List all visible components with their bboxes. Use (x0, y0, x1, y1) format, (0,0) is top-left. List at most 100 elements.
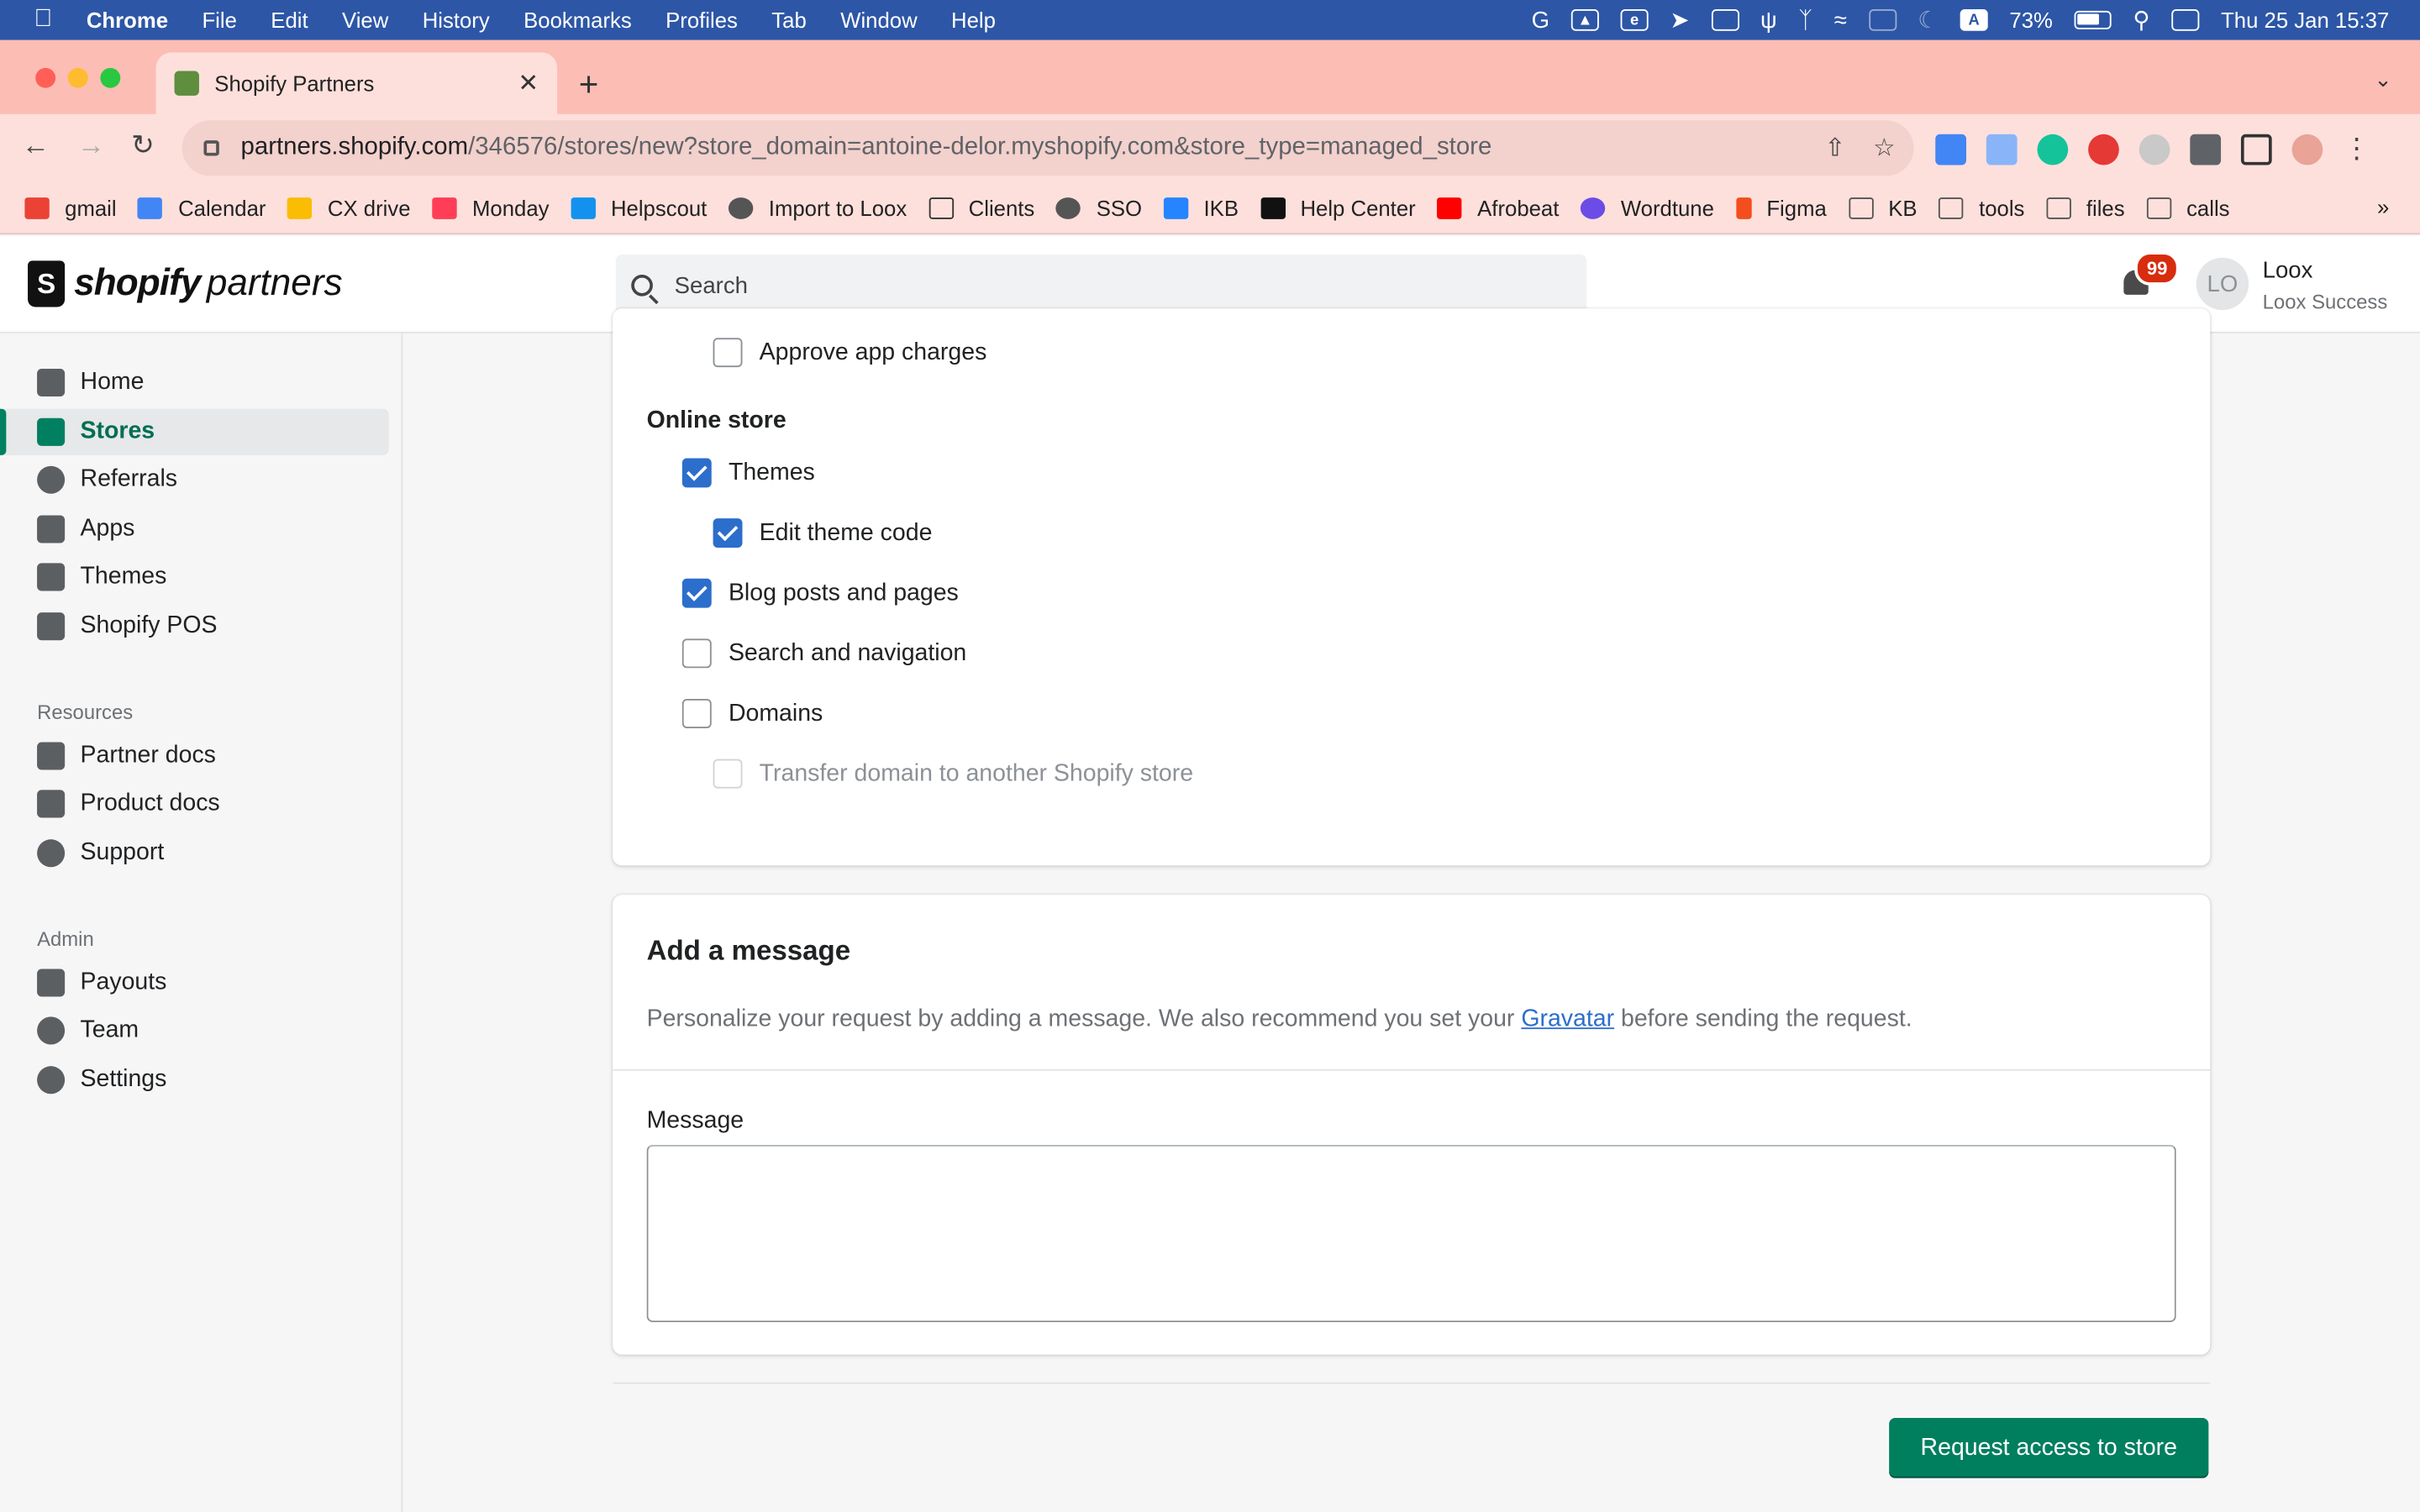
user-name[interactable]: Loox (2263, 258, 2313, 284)
reload-icon[interactable]: ↻ (131, 129, 155, 162)
sidebar-item-apps[interactable]: Apps (0, 506, 389, 552)
tab-search-chevron-icon[interactable]: ⌄ (2374, 66, 2392, 92)
bookmark-star-icon[interactable]: ☆ (1873, 133, 1895, 164)
profile-avatar-icon[interactable] (2291, 133, 2323, 165)
checkbox[interactable] (681, 699, 712, 728)
sidebar-item-stores[interactable]: Stores (0, 408, 389, 455)
chrome-menu-icon[interactable]: ⋮ (2343, 133, 2370, 165)
permission-approve-app-charges[interactable]: Approve app charges (713, 338, 986, 368)
sidebar-item-home[interactable]: Home (0, 360, 389, 406)
message-textarea[interactable] (646, 1144, 2176, 1323)
bookmark-folder-kb[interactable]: KB (1848, 195, 1918, 220)
bookmark-monday[interactable]: Monday (432, 195, 550, 220)
spotlight-icon[interactable]: ⚲ (2133, 8, 2149, 32)
grammarly-status-icon[interactable]: G (1532, 8, 1549, 32)
permission-edit-theme-code[interactable]: Edit theme code (713, 518, 932, 549)
menu-window[interactable]: Window (840, 8, 917, 32)
more-bookmarks-icon[interactable]: » (2377, 194, 2389, 218)
bookmark-folder-tools[interactable]: tools (1939, 195, 2024, 220)
share-icon[interactable]: ⇧ (1824, 133, 1845, 164)
permission-blog-posts[interactable]: Blog posts and pages (681, 578, 959, 608)
menu-profiles[interactable]: Profiles (666, 8, 738, 32)
close-window-icon[interactable] (35, 67, 56, 88)
control-center-icon[interactable] (2171, 9, 2200, 31)
permission-themes[interactable]: Themes (681, 458, 815, 488)
recorder-status-icon[interactable]: e (1620, 9, 1649, 31)
keyboard-input-icon[interactable]: A (1960, 9, 1988, 31)
sidebar-item-support[interactable]: Support (0, 830, 389, 876)
wifi-icon[interactable]: ≈ (1834, 8, 1847, 32)
fork-status-icon[interactable]: ψ (1760, 8, 1777, 32)
bookmark-wordtune[interactable]: Wordtune (1581, 195, 1714, 220)
bluetooth-icon[interactable]: ᛉ (1798, 8, 1812, 32)
menu-edit[interactable]: Edit (271, 8, 308, 32)
plane-status-icon[interactable]: ➤ (1670, 8, 1689, 32)
sidebar-item-payouts[interactable]: Payouts (0, 959, 389, 1005)
tab-shopify-partners[interactable]: Shopify Partners ✕ (155, 52, 558, 114)
sidebar-item-settings[interactable]: Settings (0, 1057, 389, 1103)
bookmark-helpscout[interactable]: Helpscout (571, 195, 707, 220)
sidebar-item-themes[interactable]: Themes (0, 554, 389, 600)
apple-icon[interactable]:  (0, 6, 87, 34)
windows-status-icon[interactable] (1711, 9, 1739, 31)
sidebar-item-partner-docs[interactable]: Partner docs (0, 732, 389, 779)
translate-extension-icon[interactable] (1935, 133, 1967, 165)
permission-domains[interactable]: Domains (681, 699, 823, 728)
menu-history[interactable]: History (423, 8, 490, 32)
sidebar-item-label: Themes (80, 563, 167, 590)
menu-tab[interactable]: Tab (771, 8, 806, 32)
sidebar-item-shopify-pos[interactable]: Shopify POS (0, 603, 389, 649)
bookmark-sso[interactable]: SSO (1055, 195, 1142, 220)
bookmark-import-to-loox[interactable]: Import to Loox (729, 195, 907, 220)
bookmark-folder-files[interactable]: files (2046, 195, 2125, 220)
sidebar-item-product-docs[interactable]: Product docs (0, 780, 389, 827)
request-access-button[interactable]: Request access to store (1889, 1417, 2209, 1478)
drive-status-icon[interactable]: ▲ (1570, 9, 1599, 31)
bookmark-cx-drive[interactable]: CX drive (287, 195, 411, 220)
back-icon[interactable]: ← (22, 129, 50, 162)
close-tab-icon[interactable]: ✕ (518, 68, 539, 99)
bookmark-afrobeat[interactable]: Afrobeat (1437, 195, 1559, 220)
checkbox[interactable] (713, 518, 743, 549)
checkbox[interactable] (681, 578, 712, 608)
checkbox[interactable] (681, 458, 712, 488)
bookmark-gmail[interactable]: gmail (24, 195, 117, 220)
puzzle-extensions-icon[interactable] (2190, 133, 2222, 165)
bookmark-figma[interactable]: Figma (1735, 195, 1827, 220)
sidebar-item-referrals[interactable]: Referrals (0, 457, 389, 503)
bookmark-calendar[interactable]: Calendar (138, 195, 266, 220)
bookmark-help-center[interactable]: Help Center (1260, 195, 1416, 220)
forward-icon[interactable]: → (77, 129, 105, 162)
minimize-window-icon[interactable] (67, 67, 88, 88)
pen-extension-icon[interactable] (1986, 133, 2018, 165)
search-input[interactable]: Search (615, 255, 1587, 317)
shopify-partners-logo[interactable]: shopify partners (28, 260, 343, 307)
grammarly-extension-icon[interactable] (2037, 133, 2069, 165)
side-panel-icon[interactable] (2240, 133, 2272, 165)
checkbox[interactable] (713, 338, 743, 368)
zoom-window-icon[interactable] (100, 67, 121, 88)
bookmark-clients[interactable]: Clients (928, 195, 1034, 220)
bookmark-folder-calls[interactable]: calls (2146, 195, 2230, 220)
menu-chrome[interactable]: Chrome (87, 8, 168, 32)
permission-search-navigation[interactable]: Search and navigation (681, 638, 966, 669)
loop-extension-icon[interactable] (2139, 133, 2170, 165)
gravatar-link[interactable]: Gravatar (1521, 1006, 1614, 1032)
address-bar[interactable]: partners.shopify.com/346576/stores/new?s… (182, 120, 1914, 176)
clock[interactable]: Thu 25 Jan 15:37 (2221, 8, 2389, 32)
menu-bookmarks[interactable]: Bookmarks (523, 8, 632, 32)
menu-help[interactable]: Help (951, 8, 996, 32)
checkbox[interactable] (681, 638, 712, 669)
battery-icon[interactable] (2074, 10, 2112, 29)
focus-moon-icon[interactable]: ☾ (1918, 8, 1939, 32)
new-tab-icon[interactable]: + (579, 65, 599, 105)
menu-file[interactable]: File (202, 8, 236, 32)
avatar[interactable]: LO (2196, 257, 2249, 311)
menu-view[interactable]: View (342, 8, 388, 32)
bookmark-ikb[interactable]: IKB (1163, 195, 1239, 220)
g-red-extension-icon[interactable] (2088, 133, 2119, 165)
url-path: /346576/stores/new?store_domain=antoine-… (468, 134, 1492, 161)
lock-icon[interactable] (203, 140, 219, 156)
sidebar-item-team[interactable]: Team (0, 1007, 389, 1053)
display-icon[interactable] (1868, 9, 1897, 31)
